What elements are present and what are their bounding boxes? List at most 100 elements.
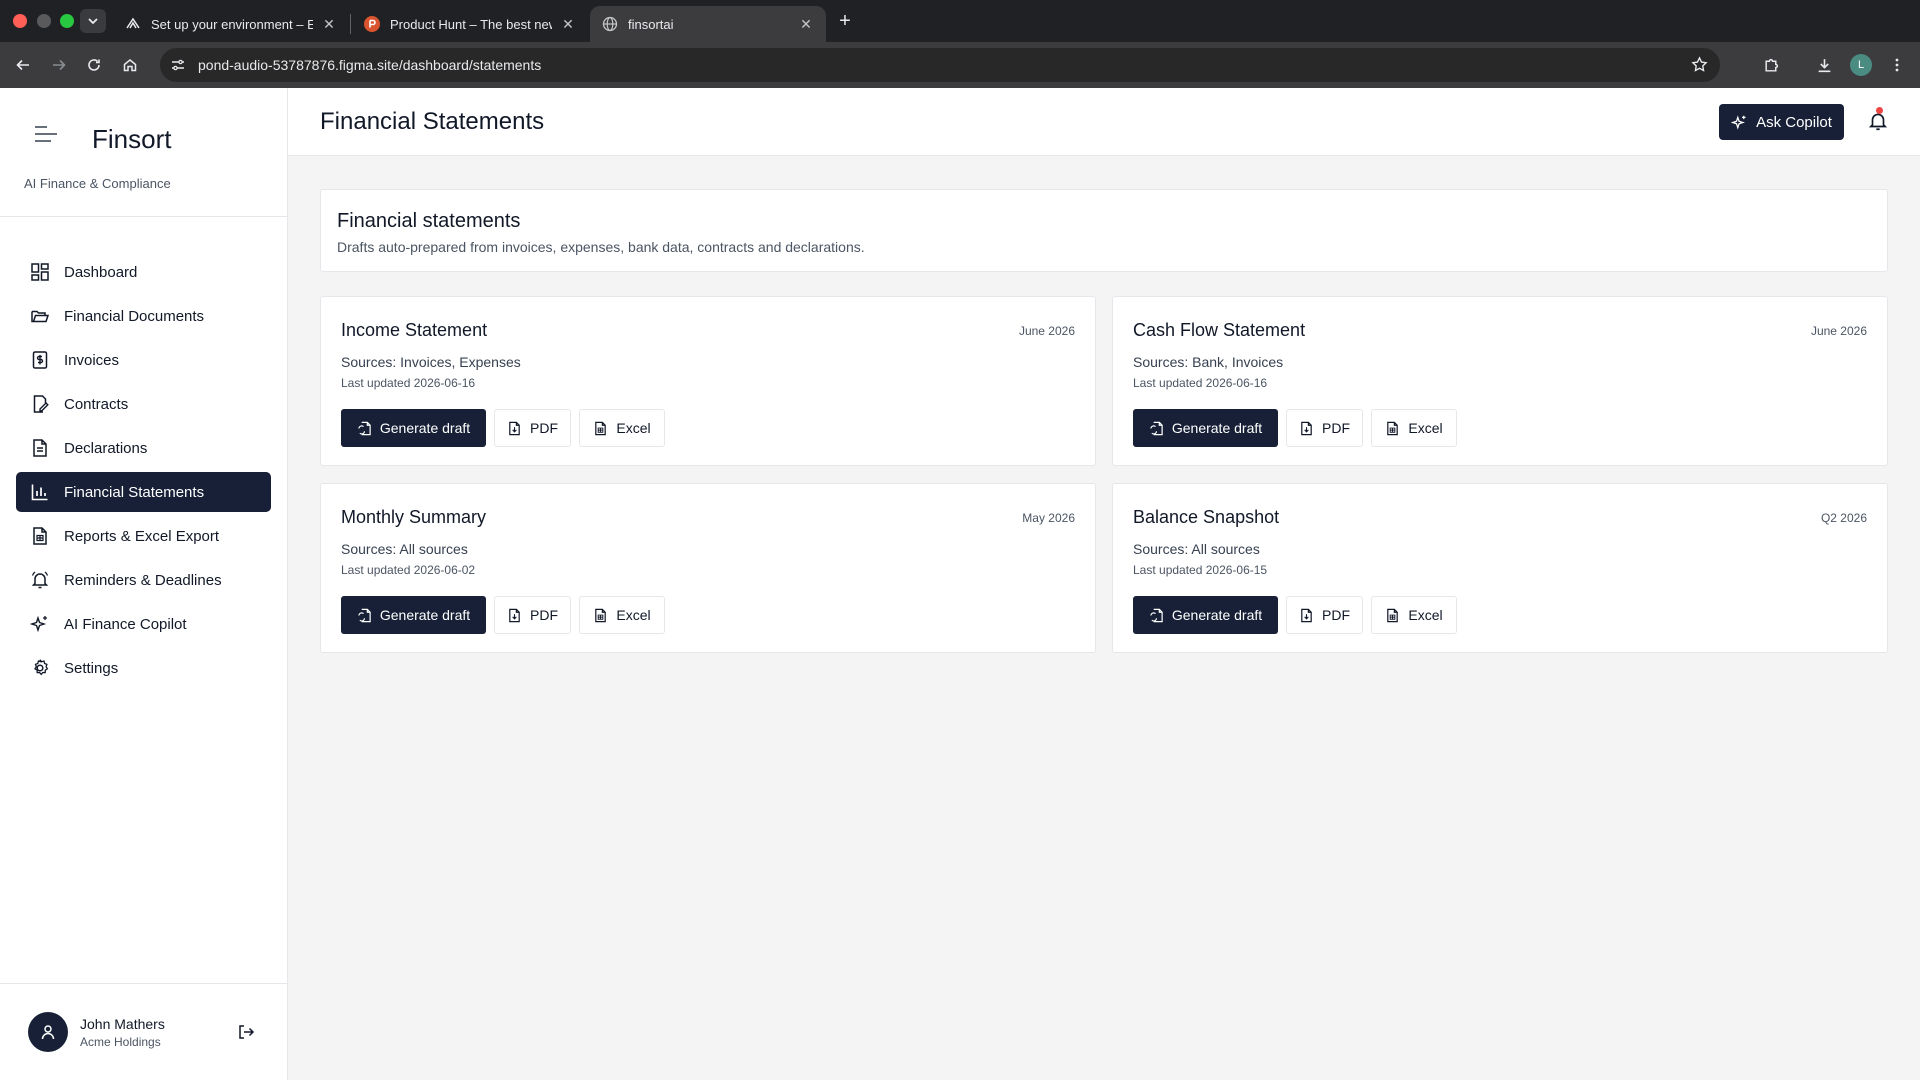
file-sync-icon [358, 608, 371, 622]
sidebar-item-reminders-deadlines[interactable]: Reminders & Deadlines [16, 560, 271, 600]
page-header: Financial Statements Ask Copilot [288, 88, 1920, 156]
browser-toolbar: pond-audio-53787876.figma.site/dashboard… [0, 42, 1920, 88]
generate-draft-button[interactable]: Generate draft [341, 596, 486, 634]
brand-tagline: AI Finance & Compliance [24, 176, 171, 191]
notification-badge [1876, 107, 1883, 114]
button-label: Generate draft [379, 607, 471, 623]
new-tab-button[interactable]: + [832, 9, 858, 33]
button-label: Excel [616, 420, 651, 436]
profile-avatar[interactable]: L [1850, 54, 1872, 76]
tab-title: Set up your environment – Ex [151, 16, 313, 32]
menu-toggle-icon[interactable] [34, 124, 58, 144]
file-download-icon [509, 421, 520, 435]
site-info-icon[interactable] [164, 51, 192, 79]
sidebar-item-label: Dashboard [64, 263, 138, 281]
address-bar[interactable]: pond-audio-53787876.figma.site/dashboard… [160, 48, 1720, 82]
excel-button[interactable]: Excel [579, 409, 665, 447]
ask-copilot-button[interactable]: Ask Copilot [1719, 104, 1844, 140]
window-minimize-button[interactable] [37, 14, 51, 28]
sidebar-item-contracts[interactable]: Contracts [16, 384, 271, 424]
sidebar-item-invoices[interactable]: Invoices [16, 340, 271, 380]
sidebar-item-label: Financial Documents [64, 307, 205, 325]
button-label: Excel [1408, 420, 1443, 436]
card-sources: Sources: Bank, Invoices [1133, 354, 1284, 370]
sidebar-item-ai-finance-copilot[interactable]: AI Finance Copilot [16, 604, 271, 644]
excel-button[interactable]: Excel [579, 596, 665, 634]
generate-draft-button[interactable]: Generate draft [1133, 409, 1278, 447]
spreadsheet-icon [595, 421, 607, 435]
sidebar-item-label: Declarations [64, 439, 148, 457]
button-label: PDF [530, 607, 558, 623]
file-sync-icon [358, 421, 371, 435]
generate-draft-button[interactable]: Generate draft [341, 409, 486, 447]
browser-tab-active[interactable]: finsortai ✕ [590, 6, 826, 42]
invoice-icon [32, 351, 48, 369]
extensions-button[interactable] [1759, 53, 1783, 77]
sidebar-item-dashboard[interactable]: Dashboard [16, 252, 271, 292]
spreadsheet-icon [1387, 421, 1399, 435]
pdf-button[interactable]: PDF [494, 596, 571, 634]
tab-title: Product Hunt – The best new [390, 16, 552, 32]
file-download-icon [1301, 608, 1312, 622]
generate-draft-button[interactable]: Generate draft [1133, 596, 1278, 634]
intro-card: Financial statements Drafts auto-prepare… [320, 189, 1888, 272]
back-button[interactable] [11, 53, 35, 77]
card-period: June 2026 [1810, 324, 1867, 338]
button-label: PDF [530, 420, 558, 436]
sidebar-item-label: Contracts [64, 395, 129, 413]
window-close-button[interactable] [13, 14, 27, 28]
avatar[interactable] [28, 1012, 68, 1052]
button-label: Excel [616, 607, 651, 623]
sidebar-item-settings[interactable]: Settings [16, 648, 271, 688]
card-title: Monthly Summary [341, 507, 487, 527]
sidebar-item-reports-excel-export[interactable]: Reports & Excel Export [16, 516, 271, 556]
button-label: PDF [1322, 420, 1350, 436]
browser-tab[interactable]: Product Hunt – The best new ✕ [352, 6, 588, 42]
button-label: Excel [1408, 607, 1443, 623]
forward-button[interactable] [47, 53, 71, 77]
tab-close-icon[interactable]: ✕ [560, 16, 576, 33]
spreadsheet-icon [1387, 608, 1399, 622]
pdf-button[interactable]: PDF [1286, 596, 1363, 634]
tab-search-button[interactable] [80, 9, 106, 33]
browser-menu-button[interactable] [1885, 53, 1909, 77]
divider [0, 216, 287, 217]
card-sources: Sources: All sources [1133, 541, 1260, 557]
chevron-down-icon [88, 18, 98, 25]
url-text[interactable]: pond-audio-53787876.figma.site/dashboard… [198, 57, 541, 73]
sidebar-item-label: Invoices [64, 351, 120, 369]
tab-close-icon[interactable]: ✕ [798, 16, 814, 33]
tab-close-icon[interactable]: ✕ [321, 16, 337, 33]
sidebar-item-financial-statements[interactable]: Financial Statements [16, 472, 271, 512]
user-icon [41, 1025, 55, 1040]
reload-button[interactable] [82, 53, 106, 77]
excel-button[interactable]: Excel [1371, 409, 1457, 447]
window-maximize-button[interactable] [60, 14, 74, 28]
reload-icon [88, 59, 100, 71]
statement-card-cash-flow: Cash Flow Statement June 2026 Sources: B… [1112, 296, 1888, 466]
sidebar-item-label: Settings [64, 659, 119, 677]
chart-icon [31, 484, 48, 501]
excel-button[interactable]: Excel [1371, 596, 1457, 634]
logout-icon[interactable] [236, 1022, 256, 1042]
browser-tab-bar: Set up your environment – Ex ✕ Product H… [0, 0, 1920, 42]
browser-tab[interactable]: Set up your environment – Ex ✕ [113, 6, 349, 42]
card-sources: Sources: Invoices, Expenses [341, 354, 521, 370]
pdf-button[interactable]: PDF [494, 409, 571, 447]
pdf-button[interactable]: PDF [1286, 409, 1363, 447]
downloads-button[interactable] [1812, 53, 1836, 77]
spreadsheet-icon [595, 608, 607, 622]
button-label: Generate draft [1171, 420, 1263, 436]
bell-icon [31, 571, 49, 589]
statement-card-monthly-summary: Monthly Summary May 2026 Sources: All so… [320, 483, 1096, 653]
section-title: Financial statements [337, 210, 521, 232]
brand-name[interactable]: Finsort [92, 124, 171, 155]
button-label: PDF [1322, 607, 1350, 623]
bookmark-star-icon[interactable] [1691, 56, 1708, 78]
sidebar-item-declarations[interactable]: Declarations [16, 428, 271, 468]
home-button[interactable] [118, 53, 142, 77]
page-title: Financial Statements [320, 108, 545, 135]
user-organization: Acme Holdings [80, 1035, 161, 1049]
home-icon [123, 59, 137, 72]
sidebar-item-financial-documents[interactable]: Financial Documents [16, 296, 271, 336]
